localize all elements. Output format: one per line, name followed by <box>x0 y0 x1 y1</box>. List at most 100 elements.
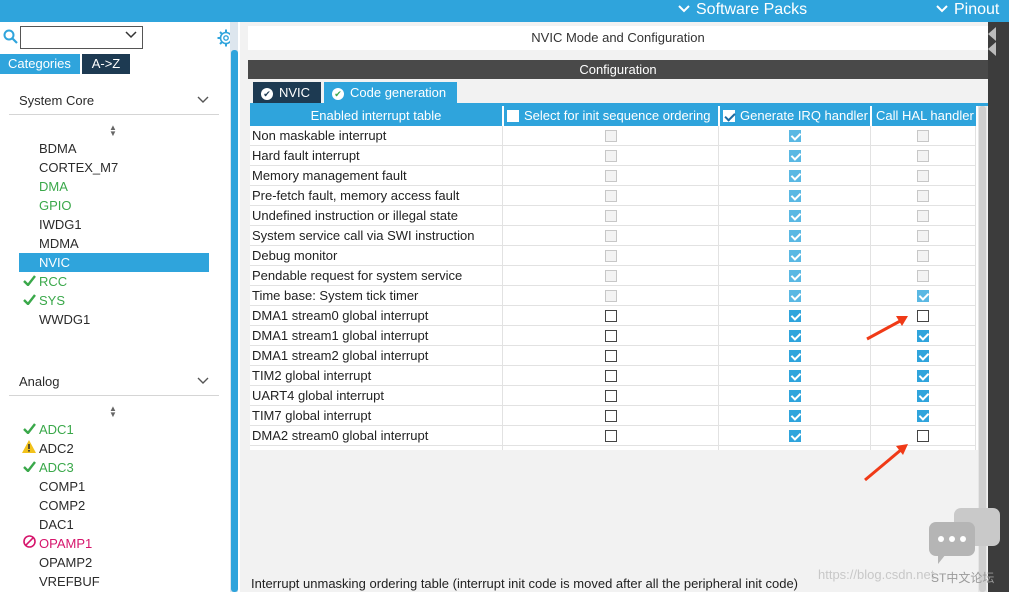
header-checkbox[interactable] <box>507 110 519 122</box>
hal-checkbox <box>917 190 929 202</box>
irq-checkbox[interactable] <box>789 430 801 442</box>
tab-nvic[interactable]: ✔ NVIC <box>253 82 321 104</box>
check-icon <box>21 458 37 477</box>
collapse-arrow-icon[interactable] <box>988 27 996 41</box>
list-item-sys[interactable]: SYS <box>19 291 209 310</box>
hal-checkbox[interactable] <box>917 370 929 382</box>
interrupt-name: Debug monitor <box>252 248 338 263</box>
section-analog[interactable]: Analog <box>19 374 219 396</box>
ok-status-icon: ✔ <box>332 88 344 100</box>
interrupt-name: Undefined instruction or illegal state <box>252 208 458 223</box>
pinout-label: Pinout <box>954 1 1000 18</box>
select-checkbox[interactable] <box>605 330 617 342</box>
top-menu-bar: Software Packs Pinout <box>0 0 1009 22</box>
list-item-adc2[interactable]: ADC2 <box>19 439 209 458</box>
tab-categories[interactable]: Categories <box>0 54 80 74</box>
irq-checkbox[interactable] <box>789 350 801 362</box>
interrupt-name: Non maskable interrupt <box>252 128 387 143</box>
list-item-adc1[interactable]: ADC1 <box>19 420 209 439</box>
list-item-adc3[interactable]: ADC3 <box>19 458 209 477</box>
list-item-comp2[interactable]: COMP2 <box>19 496 209 515</box>
watermark-url: https://blog.csdn.net <box>818 567 935 582</box>
hal-checkbox[interactable] <box>917 350 929 362</box>
list-item-bdma[interactable]: BDMA <box>19 139 209 158</box>
list-item-vrefbuf[interactable]: VREFBUF <box>19 572 209 591</box>
list-item-gpio[interactable]: GPIO <box>19 196 209 215</box>
irq-checkbox[interactable] <box>789 310 801 322</box>
hal-checkbox[interactable] <box>917 390 929 402</box>
header-checkbox[interactable] <box>723 110 735 122</box>
search-icon[interactable] <box>3 29 19 45</box>
interrupt-name: Pre-fetch fault, memory access fault <box>252 188 460 203</box>
list-item-opamp2[interactable]: OPAMP2 <box>19 553 209 572</box>
list-item-comp1[interactable]: COMP1 <box>19 477 209 496</box>
irq-checkbox <box>789 210 801 222</box>
collapse-arrow-icon[interactable] <box>988 42 996 56</box>
irq-checkbox[interactable] <box>789 330 801 342</box>
select-checkbox <box>605 130 617 142</box>
select-checkbox[interactable] <box>605 310 617 322</box>
list-item-iwdg1[interactable]: IWDG1 <box>19 215 209 234</box>
tab-code-generation[interactable]: ✔ Code generation <box>324 82 457 104</box>
list-item-mdma[interactable]: MDMA <box>19 234 209 253</box>
annotation-arrow-icon <box>866 316 908 341</box>
interrupt-name: Memory management fault <box>252 168 407 183</box>
select-checkbox[interactable] <box>605 410 617 422</box>
hal-checkbox[interactable] <box>917 430 929 442</box>
table-row: Pre-fetch fault, memory access fault <box>250 186 976 206</box>
hal-checkbox <box>917 170 929 182</box>
search-row <box>0 24 240 50</box>
interrupt-name: UART4 global interrupt <box>252 388 384 403</box>
irq-checkbox[interactable] <box>789 410 801 422</box>
irq-checkbox <box>789 170 801 182</box>
irq-checkbox[interactable] <box>789 390 801 402</box>
sort-icon[interactable]: ▲ ▼ <box>108 124 118 139</box>
table-row: Pendable request for system service <box>250 266 976 286</box>
sort-icon[interactable]: ▲ ▼ <box>108 405 118 420</box>
select-checkbox[interactable] <box>605 430 617 442</box>
ok-status-icon: ✔ <box>261 88 273 100</box>
irq-checkbox <box>789 150 801 162</box>
table-row: Non maskable interrupt <box>250 126 976 146</box>
side-strip <box>988 22 1009 592</box>
list-item-cortex-m7[interactable]: CORTEX_M7 <box>19 158 209 177</box>
scrollbar-thumb[interactable] <box>231 50 238 592</box>
chevron-down-icon <box>934 0 950 19</box>
select-checkbox[interactable] <box>605 390 617 402</box>
list-item-rcc[interactable]: RCC <box>19 272 209 291</box>
column-header-call-hal: Call HAL handler <box>872 106 976 126</box>
tab-a-to-z[interactable]: A->Z <box>82 54 130 74</box>
hal-checkbox <box>917 130 929 142</box>
column-header-select-init[interactable]: Select for init sequence ordering <box>504 106 718 126</box>
list-item-wwdg1[interactable]: WWDG1 <box>19 310 209 329</box>
irq-checkbox <box>789 230 801 242</box>
list-item-dma[interactable]: DMA <box>19 177 209 196</box>
irq-checkbox <box>789 130 801 142</box>
section-system-core[interactable]: System Core <box>19 93 219 115</box>
select-checkbox <box>605 190 617 202</box>
hal-checkbox <box>917 290 929 302</box>
pinout-menu[interactable]: Pinout <box>934 0 999 22</box>
table-row: TIM2 global interrupt <box>250 366 976 386</box>
list-item-nvic[interactable]: NVIC <box>19 253 209 272</box>
chevron-down-icon <box>197 374 209 388</box>
hal-checkbox[interactable] <box>917 330 929 342</box>
software-packs-menu[interactable]: Software Packs <box>676 0 807 22</box>
select-checkbox[interactable] <box>605 350 617 362</box>
select-checkbox[interactable] <box>605 370 617 382</box>
column-header-gen-irq[interactable]: Generate IRQ handler <box>720 106 870 126</box>
check-icon <box>21 272 37 291</box>
table-row: Memory management fault <box>250 166 976 186</box>
irq-checkbox[interactable] <box>789 370 801 382</box>
warning-icon <box>21 439 37 458</box>
interrupt-name: DMA1 stream0 global interrupt <box>252 308 429 323</box>
list-item-dac1[interactable]: DAC1 <box>19 515 209 534</box>
left-scrollbar[interactable] <box>230 22 238 592</box>
table-row: TIM7 global interrupt <box>250 406 976 426</box>
check-icon <box>21 420 37 439</box>
chevron-down-icon[interactable] <box>125 31 137 42</box>
hal-checkbox[interactable] <box>917 410 929 422</box>
hal-checkbox[interactable] <box>917 310 929 322</box>
watermark-label: ST中文论坛 <box>931 571 995 585</box>
list-item-opamp1[interactable]: OPAMP1 <box>19 534 209 553</box>
